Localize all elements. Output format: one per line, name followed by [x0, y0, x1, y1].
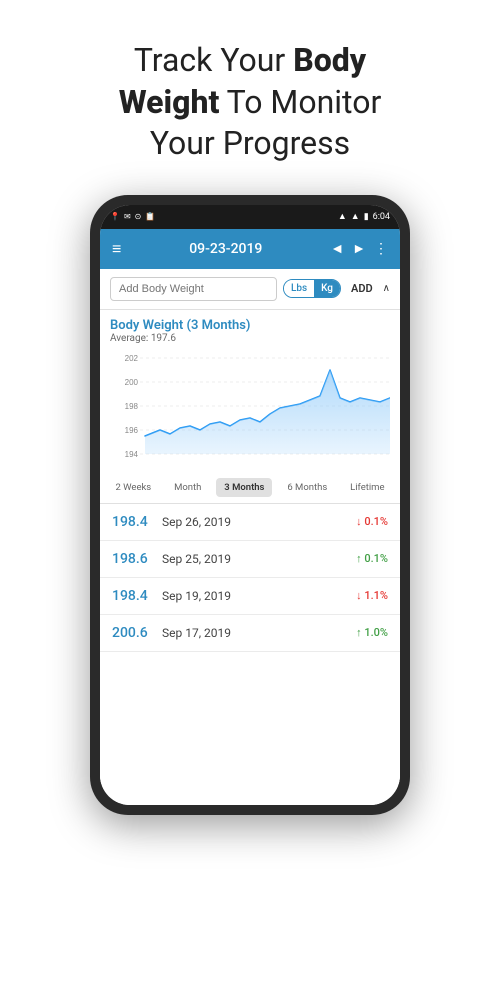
add-weight-row: Lbs Kg ADD ∧	[100, 269, 400, 310]
weight-list: 198.4 Sep 26, 2019 ↓ 0.1% 198.6 Sep 25, …	[100, 504, 400, 805]
status-right: ▲ ▲ ▮ 6:04	[338, 211, 390, 222]
chart-average: Average: 197.6	[110, 333, 390, 344]
tab-6months[interactable]: 6 Months	[279, 478, 335, 497]
battery-icon: ▮	[364, 212, 369, 222]
kg-button[interactable]: Kg	[314, 280, 340, 297]
phone-mockup: 📍 ✉ ⊙ 📋 ▲ ▲ ▮ 6:04 ≡ 09-23-2019 ◄ ► ⋮	[90, 195, 410, 815]
table-row: 200.6 Sep 17, 2019 ↑ 1.0%	[100, 615, 400, 652]
chart-container: 202 200 198 196 194	[110, 348, 390, 468]
menu-button[interactable]: ≡	[112, 239, 121, 259]
app-bar-controls: ◄ ► ⋮	[330, 240, 388, 257]
weight-change: ↑ 0.1%	[356, 552, 388, 565]
weight-value: 198.4	[112, 514, 162, 530]
weight-date: Sep 19, 2019	[162, 589, 356, 603]
clipboard-icon: 📋	[145, 212, 155, 221]
svg-text:196: 196	[125, 426, 139, 435]
weight-value: 198.4	[112, 588, 162, 604]
tab-lifetime[interactable]: Lifetime	[342, 478, 392, 497]
svg-text:202: 202	[125, 354, 139, 363]
svg-text:198: 198	[125, 402, 139, 411]
headline-section: Track Your BodyWeight To MonitorYour Pro…	[79, 0, 422, 195]
weight-date: Sep 25, 2019	[162, 552, 356, 566]
svg-text:200: 200	[125, 378, 139, 387]
signal-icon: ▲	[351, 211, 360, 222]
weight-value: 200.6	[112, 625, 162, 641]
weight-date: Sep 17, 2019	[162, 626, 356, 640]
unit-toggle: Lbs Kg	[283, 279, 341, 298]
mail-icon: ✉	[124, 212, 131, 221]
add-button[interactable]: ADD	[347, 282, 377, 295]
add-caret-icon[interactable]: ∧	[383, 283, 390, 294]
next-button[interactable]: ►	[352, 240, 366, 257]
weight-change: ↓ 0.1%	[356, 515, 388, 528]
content-area: Lbs Kg ADD ∧ Body Weight (3 Months) Aver…	[100, 269, 400, 805]
chart-section: Body Weight (3 Months) Average: 197.6 20…	[100, 310, 400, 472]
table-row: 198.6 Sep 25, 2019 ↑ 0.1%	[100, 541, 400, 578]
wifi-icon: ▲	[338, 211, 347, 222]
location-icon: 📍	[110, 212, 120, 221]
table-row: 198.4 Sep 19, 2019 ↓ 1.1%	[100, 578, 400, 615]
time-display: 6:04	[373, 212, 390, 222]
tab-2weeks[interactable]: 2 Weeks	[107, 478, 159, 497]
svg-text:194: 194	[125, 450, 139, 459]
weight-change: ↑ 1.0%	[356, 626, 388, 639]
app-bar: ≡ 09-23-2019 ◄ ► ⋮	[100, 229, 400, 269]
status-icons-left: 📍 ✉ ⊙ 📋	[110, 212, 155, 221]
app-bar-date: 09-23-2019	[189, 241, 262, 257]
add-weight-input[interactable]	[110, 277, 277, 301]
weight-change: ↓ 1.1%	[356, 589, 388, 602]
phone-screen: 📍 ✉ ⊙ 📋 ▲ ▲ ▮ 6:04 ≡ 09-23-2019 ◄ ► ⋮	[100, 205, 400, 805]
circle-icon: ⊙	[135, 212, 142, 221]
headline-text: Track Your BodyWeight To MonitorYour Pro…	[119, 40, 382, 165]
prev-button[interactable]: ◄	[330, 240, 344, 257]
more-button[interactable]: ⋮	[374, 241, 388, 257]
lbs-button[interactable]: Lbs	[284, 280, 314, 297]
weight-chart: 202 200 198 196 194	[110, 348, 390, 468]
chart-title: Body Weight (3 Months)	[110, 318, 390, 333]
time-tabs: 2 Weeks Month 3 Months 6 Months Lifetime	[100, 472, 400, 504]
weight-value: 198.6	[112, 551, 162, 567]
status-bar: 📍 ✉ ⊙ 📋 ▲ ▲ ▮ 6:04	[100, 205, 400, 229]
weight-date: Sep 26, 2019	[162, 515, 356, 529]
table-row: 198.4 Sep 26, 2019 ↓ 0.1%	[100, 504, 400, 541]
tab-3months[interactable]: 3 Months	[216, 478, 272, 497]
tab-month[interactable]: Month	[166, 478, 209, 497]
